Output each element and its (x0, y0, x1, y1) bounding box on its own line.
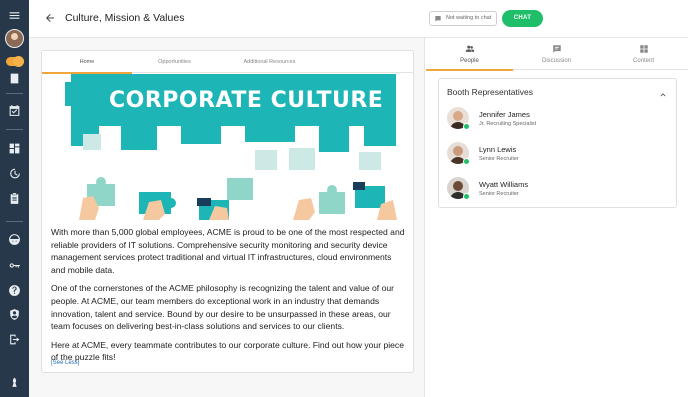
chat-button[interactable]: CHAT (502, 10, 543, 27)
online-status-dot (463, 193, 470, 200)
rep-role: Senior Recruiter (479, 191, 519, 197)
panel-tabs: People Discussion Content (426, 38, 688, 71)
tab-content-label: Content (632, 58, 654, 64)
dashboard-icon[interactable] (0, 137, 29, 159)
menu-icon[interactable] (0, 4, 29, 26)
paragraph: With more than 5,000 global employees, A… (51, 227, 405, 275)
tab-people-label: People (460, 58, 479, 64)
arrow-left-icon (46, 14, 54, 22)
see-less-link[interactable]: [See Less] (51, 360, 79, 366)
availability-toggle[interactable] (6, 56, 24, 67)
user-avatar[interactable] (5, 29, 24, 48)
main-content: Home Opportunities Additional Resources … (29, 38, 425, 397)
paragraph: One of the cornerstones of the ACME phil… (51, 283, 395, 332)
calendar-list-icon[interactable] (0, 67, 29, 89)
rep-role: Senior Recruiter (479, 156, 519, 162)
booth-representatives-panel: Booth Representatives Jennifer James Jr.… (438, 78, 677, 208)
online-status-dot (463, 158, 470, 165)
security-shield-icon[interactable] (0, 303, 29, 325)
tab-opportunities[interactable]: Opportunities (132, 51, 217, 73)
puzzle-illustration (65, 82, 397, 220)
key-icon[interactable] (0, 254, 29, 276)
rep-list-item[interactable]: Lynn Lewis Senior Recruiter (447, 142, 667, 168)
back-button[interactable] (43, 11, 57, 25)
online-status-dot (463, 123, 470, 130)
app: Culture, Mission & Values Not waiting to… (0, 0, 688, 397)
rep-name: Jennifer James (479, 110, 530, 119)
chat-status-button[interactable]: Not waiting to chat (429, 11, 498, 26)
rep-name: Wyatt Williams (479, 180, 529, 189)
tab-people[interactable]: People (426, 38, 513, 71)
paragraph: Here at ACME, every teammate contributes… (51, 339, 404, 363)
tab-home[interactable]: Home (42, 51, 132, 74)
chat-bubble-icon (435, 16, 441, 22)
calendar-check-icon[interactable] (0, 99, 29, 121)
panel-title: Booth Representatives (447, 87, 533, 97)
rail-divider (6, 129, 23, 130)
page-header: Culture, Mission & Values Not waiting to… (29, 0, 688, 38)
content-card: Home Opportunities Additional Resources … (41, 50, 414, 373)
page-title: Culture, Mission & Values (65, 12, 185, 24)
brand-logo-icon (0, 371, 29, 393)
people-icon (465, 45, 475, 52)
corporate-culture-banner: CORPORATE CULTURE (59, 74, 397, 220)
rep-list-item[interactable]: Wyatt Williams Senior Recruiter (447, 177, 667, 203)
content-tabs: Home Opportunities Additional Resources (42, 51, 413, 74)
discussion-icon (553, 45, 561, 53)
tab-discussion[interactable]: Discussion (513, 38, 600, 70)
rail-divider (6, 221, 23, 222)
collapse-button[interactable] (658, 87, 668, 97)
history-icon[interactable] (0, 162, 29, 184)
rep-role: Jr. Recruiting Specialist (479, 121, 537, 127)
tab-discussion-label: Discussion (541, 58, 571, 64)
clipboard-icon[interactable] (0, 187, 29, 209)
logout-icon[interactable] (0, 328, 29, 350)
tab-additional-resources[interactable]: Additional Resources (217, 51, 322, 73)
rep-name: Lynn Lewis (479, 145, 517, 154)
rep-list-item[interactable]: Jennifer James Jr. Recruiting Specialist (447, 107, 667, 133)
left-nav-rail (0, 0, 29, 397)
tab-content[interactable]: Content (600, 38, 687, 70)
chevron-up-icon (660, 93, 666, 97)
rail-divider (6, 93, 23, 94)
right-panel: People Discussion Content Booth Represen… (426, 38, 688, 397)
content-icon (640, 45, 648, 53)
help-icon[interactable] (0, 279, 29, 301)
face-icon[interactable] (0, 228, 29, 250)
chat-status-label: Not waiting to chat (446, 15, 492, 21)
description-text: With more than 5,000 global employees, A… (51, 226, 406, 370)
